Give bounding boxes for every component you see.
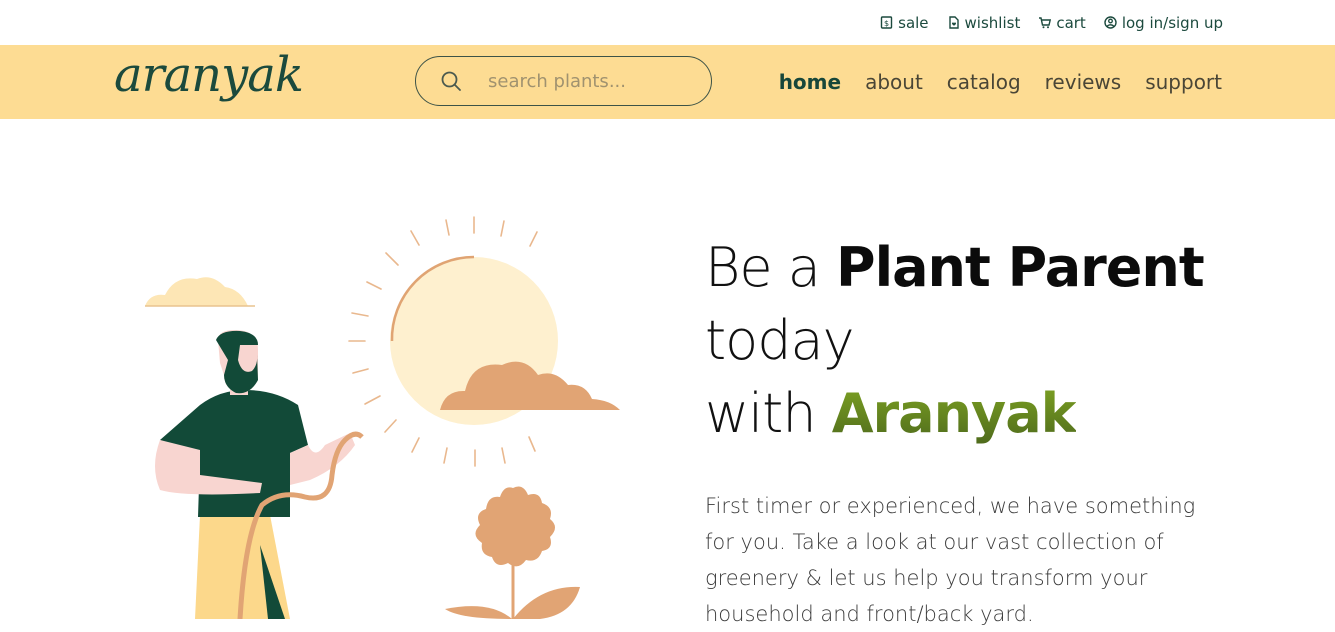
cloud-left — [145, 277, 248, 306]
sale-link[interactable]: $ sale — [880, 13, 929, 32]
sale-tag-icon: $ — [880, 16, 893, 29]
headline-bold: Plant Parent — [836, 236, 1205, 299]
nav-home[interactable]: home — [779, 70, 841, 94]
headline-part1: Be a — [705, 236, 837, 299]
headline-part2: today — [705, 309, 855, 372]
nav-reviews[interactable]: reviews — [1045, 70, 1122, 94]
hero-text: Be a Plant Parent today with Aranyak Fir… — [705, 231, 1265, 632]
user-circle-icon — [1104, 16, 1117, 29]
brand-logo[interactable]: aranyak — [114, 47, 304, 103]
utility-bar: $ sale wishlist cart log in/sign up — [0, 0, 1335, 45]
svg-text:$: $ — [884, 19, 889, 28]
gardener-figure — [155, 330, 364, 619]
hero-paragraph: First timer or experienced, we have some… — [705, 494, 1196, 626]
search-box[interactable] — [415, 56, 712, 106]
cart-label: cart — [1056, 13, 1086, 32]
wishlist-label: wishlist — [964, 13, 1021, 32]
wishlist-link[interactable]: wishlist — [947, 13, 1021, 32]
heart-list-icon — [948, 16, 959, 29]
login-signup-label: log in/sign up — [1121, 13, 1223, 32]
login-signup-link[interactable]: log in/sign up — [1104, 14, 1223, 32]
nav-support[interactable]: support — [1145, 70, 1222, 94]
search-icon — [441, 71, 461, 91]
search-input[interactable] — [486, 69, 690, 93]
nav-about[interactable]: about — [865, 70, 923, 94]
sale-label: sale — [898, 13, 929, 32]
main-nav: home about catalog reviews support — [779, 45, 1222, 119]
cart-icon — [1039, 17, 1052, 29]
headline-brand: Aranyak — [831, 382, 1077, 445]
headline-part3: with — [705, 382, 832, 445]
nav-catalog[interactable]: catalog — [947, 70, 1021, 94]
hero-illustration — [145, 216, 620, 619]
cart-link[interactable]: cart — [1038, 14, 1086, 32]
navbar: aranyak home about catalog reviews suppo… — [0, 45, 1335, 119]
hero-headline: Be a Plant Parent today with Aranyak — [705, 231, 1265, 450]
flower — [445, 486, 580, 619]
